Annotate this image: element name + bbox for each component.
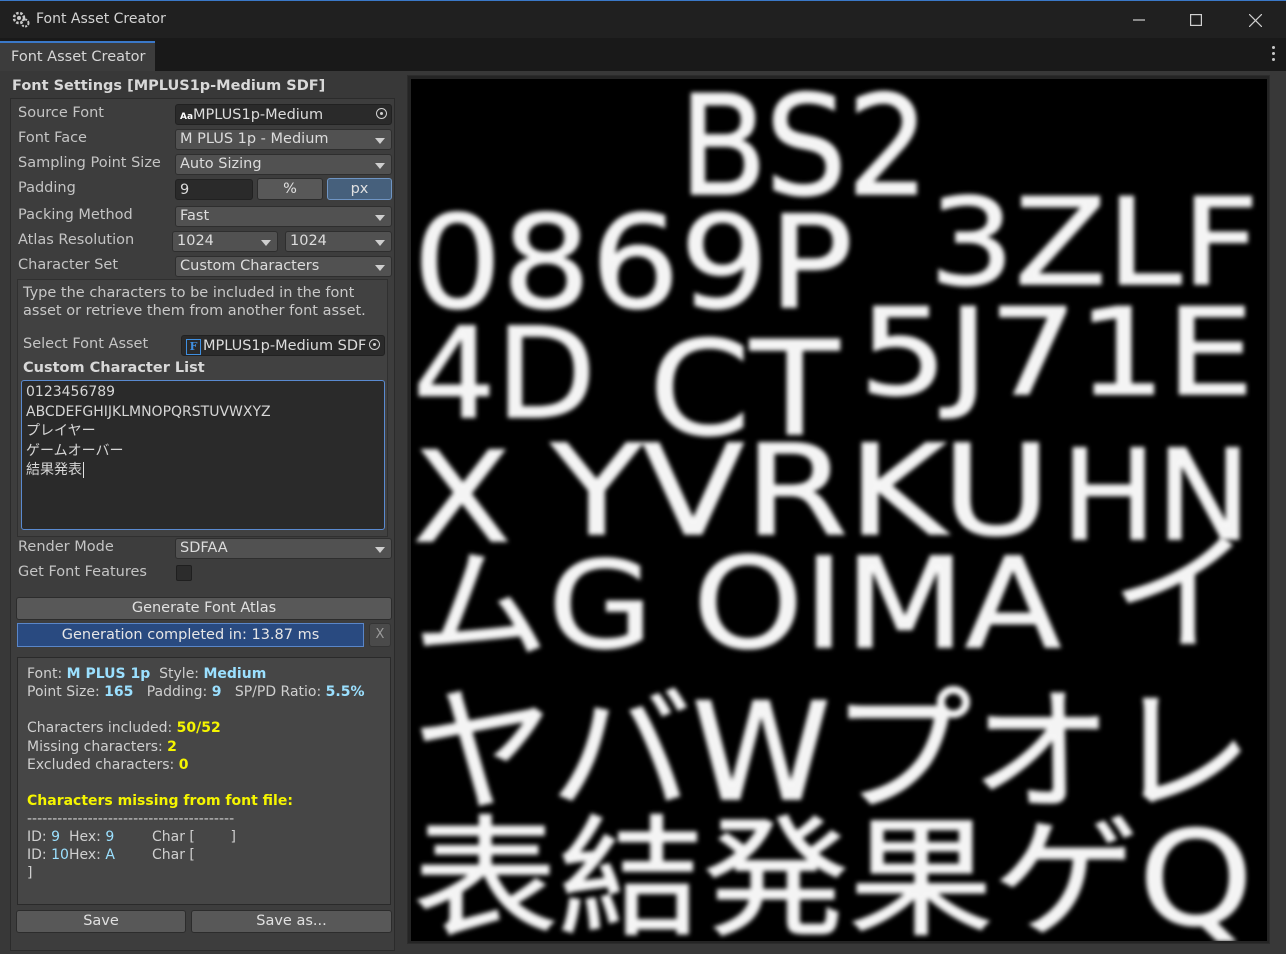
packing-method-value: Fast: [180, 208, 210, 224]
window-title: Font Asset Creator: [36, 11, 166, 27]
generation-progress-text: Generation completed in: 13.87 ms: [61, 627, 320, 643]
sampling-point-size-label: Sampling Point Size: [18, 155, 161, 171]
sampling-point-size-dropdown[interactable]: Auto Sizing: [175, 154, 392, 175]
tab-bar: Font Asset Creator: [0, 38, 1286, 71]
unity-gear-icon: [12, 11, 30, 28]
atlas-height-value: 1024: [290, 233, 327, 249]
font-atlas-texture: BS2 0869P 3ZLF 4D CT 5J71E X YVRKU HN ムG…: [411, 79, 1267, 941]
minimize-icon: [1133, 19, 1145, 21]
minimize-button[interactable]: [1110, 1, 1168, 39]
missing-row: ID: 10 Hex: A Char [: [27, 847, 195, 864]
generation-report: Font: M PLUS 1p Style: Medium Point Size…: [17, 657, 391, 905]
chevron-down-icon: [261, 240, 271, 246]
padding-input[interactable]: 9: [175, 179, 253, 200]
close-icon: [1248, 13, 1262, 27]
missing-row-close: ]: [27, 865, 33, 882]
missing-row: ID: 9 Hex: 9 Char [ ]: [27, 829, 236, 846]
font-asset-icon: F: [186, 339, 201, 355]
source-font-label: Source Font: [18, 105, 104, 121]
character-set-value: Custom Characters: [180, 258, 320, 274]
atlas-glyphs: BS2 0869P 3ZLF 4D CT 5J71E X YVRKU HN ムG…: [412, 79, 1260, 941]
object-picker-icon[interactable]: [369, 339, 380, 350]
atlas-row: 5J71E: [859, 284, 1254, 423]
maximize-icon: [1190, 14, 1202, 26]
report-line-font: Font: M PLUS 1p Style: Medium: [27, 666, 267, 682]
save-button[interactable]: Save: [16, 910, 186, 933]
title-bar: Font Asset Creator: [0, 0, 1286, 38]
char-list-line: ゲームオーバー: [26, 442, 124, 459]
report-line-included: Characters included: 50/52: [27, 720, 221, 737]
report-line-size: Point Size: 165 Padding: 9 SP/PD Ratio: …: [27, 684, 365, 701]
custom-characters-box: Type the characters to be included in th…: [17, 279, 388, 537]
source-font-value: MPLUS1p-Medium: [193, 107, 324, 123]
char-list-line: 結果発表: [26, 462, 84, 478]
padding-px-button[interactable]: px: [327, 178, 392, 200]
custom-character-list-input[interactable]: 0123456789 ABCDEFGHIJKLMNOPQRSTUVWXYZ プレ…: [21, 380, 385, 530]
source-font-field[interactable]: AaMPLUS1p-Medium: [175, 104, 392, 125]
font-asset-icon: Aa: [180, 112, 194, 122]
character-set-dropdown[interactable]: Custom Characters: [175, 256, 392, 277]
character-set-label: Character Set: [18, 257, 119, 273]
padding-percent-button[interactable]: %: [257, 178, 323, 200]
chevron-down-icon: [375, 265, 385, 271]
atlas-row: 表結発果ゲQ: [413, 803, 1253, 941]
render-mode-dropdown[interactable]: SDFAA: [175, 538, 392, 559]
atlas-height-dropdown[interactable]: 1024: [285, 231, 392, 252]
char-list-line: ABCDEFGHIJKLMNOPQRSTUVWXYZ: [26, 403, 271, 420]
chevron-down-icon: [375, 163, 385, 169]
atlas-row: イ: [1111, 518, 1251, 670]
help-text: Type the characters to be included in th…: [23, 285, 366, 319]
tab-font-asset-creator[interactable]: Font Asset Creator: [0, 41, 155, 71]
chevron-down-icon: [375, 215, 385, 221]
select-font-asset-field[interactable]: F MPLUS1p-Medium SDF: [181, 335, 385, 356]
font-face-label: Font Face: [18, 130, 87, 146]
get-font-features-label: Get Font Features: [18, 564, 147, 580]
generation-progress-bar: Generation completed in: 13.87 ms: [17, 623, 364, 647]
settings-box: Source Font AaMPLUS1p-Medium Font Face M…: [10, 98, 395, 951]
select-font-asset-label: Select Font Asset: [23, 336, 149, 352]
select-font-asset-value: MPLUS1p-Medium SDF: [203, 338, 367, 354]
generate-font-atlas-button[interactable]: Generate Font Atlas: [16, 597, 392, 620]
packing-method-dropdown[interactable]: Fast: [175, 206, 392, 227]
atlas-width-value: 1024: [177, 233, 214, 249]
atlas-row: OIMA: [693, 532, 1061, 677]
atlas-preview-panel: BS2 0869P 3ZLF 4D CT 5J71E X YVRKU HN ムG…: [407, 75, 1270, 944]
atlas-row: ムG: [413, 537, 653, 676]
object-picker-icon[interactable]: [376, 108, 387, 119]
dismiss-progress-button[interactable]: X: [369, 623, 391, 647]
char-list-line: プレイヤー: [26, 423, 96, 439]
atlas-resolution-label: Atlas Resolution: [18, 232, 135, 248]
text-caret: [83, 462, 84, 478]
char-list-line: 0123456789: [26, 384, 116, 400]
chevron-down-icon: [375, 240, 385, 246]
close-window-button[interactable]: [1226, 1, 1284, 39]
padding-label: Padding: [18, 180, 76, 196]
font-face-dropdown[interactable]: M PLUS 1p - Medium: [175, 129, 392, 150]
report-divider: ----------------------------------------…: [27, 811, 235, 828]
chevron-down-icon: [375, 138, 385, 144]
chevron-down-icon: [375, 547, 385, 553]
editor-window: Font Settings [MPLUS1p-Medium SDF] Sourc…: [0, 71, 1286, 954]
render-mode-label: Render Mode: [18, 539, 114, 555]
packing-method-label: Packing Method: [18, 207, 133, 223]
report-line-missing: Missing characters: 2: [27, 738, 177, 755]
missing-characters-title: Characters missing from font file:: [27, 793, 293, 810]
sampling-point-size-value: Auto Sizing: [180, 156, 262, 172]
get-font-features-checkbox[interactable]: [176, 565, 192, 581]
kebab-menu-icon[interactable]: [1272, 46, 1276, 64]
save-as-button[interactable]: Save as...: [191, 910, 392, 933]
render-mode-value: SDFAA: [180, 540, 228, 556]
custom-character-list-label: Custom Character List: [23, 360, 205, 376]
font-settings-title: Font Settings [MPLUS1p-Medium SDF]: [12, 78, 326, 94]
report-line-excluded: Excluded characters: 0: [27, 756, 189, 773]
atlas-width-dropdown[interactable]: 1024: [172, 231, 278, 252]
settings-panel: Font Settings [MPLUS1p-Medium SDF] Sourc…: [0, 71, 400, 954]
maximize-button[interactable]: [1167, 1, 1225, 39]
font-face-value: M PLUS 1p - Medium: [180, 131, 329, 147]
